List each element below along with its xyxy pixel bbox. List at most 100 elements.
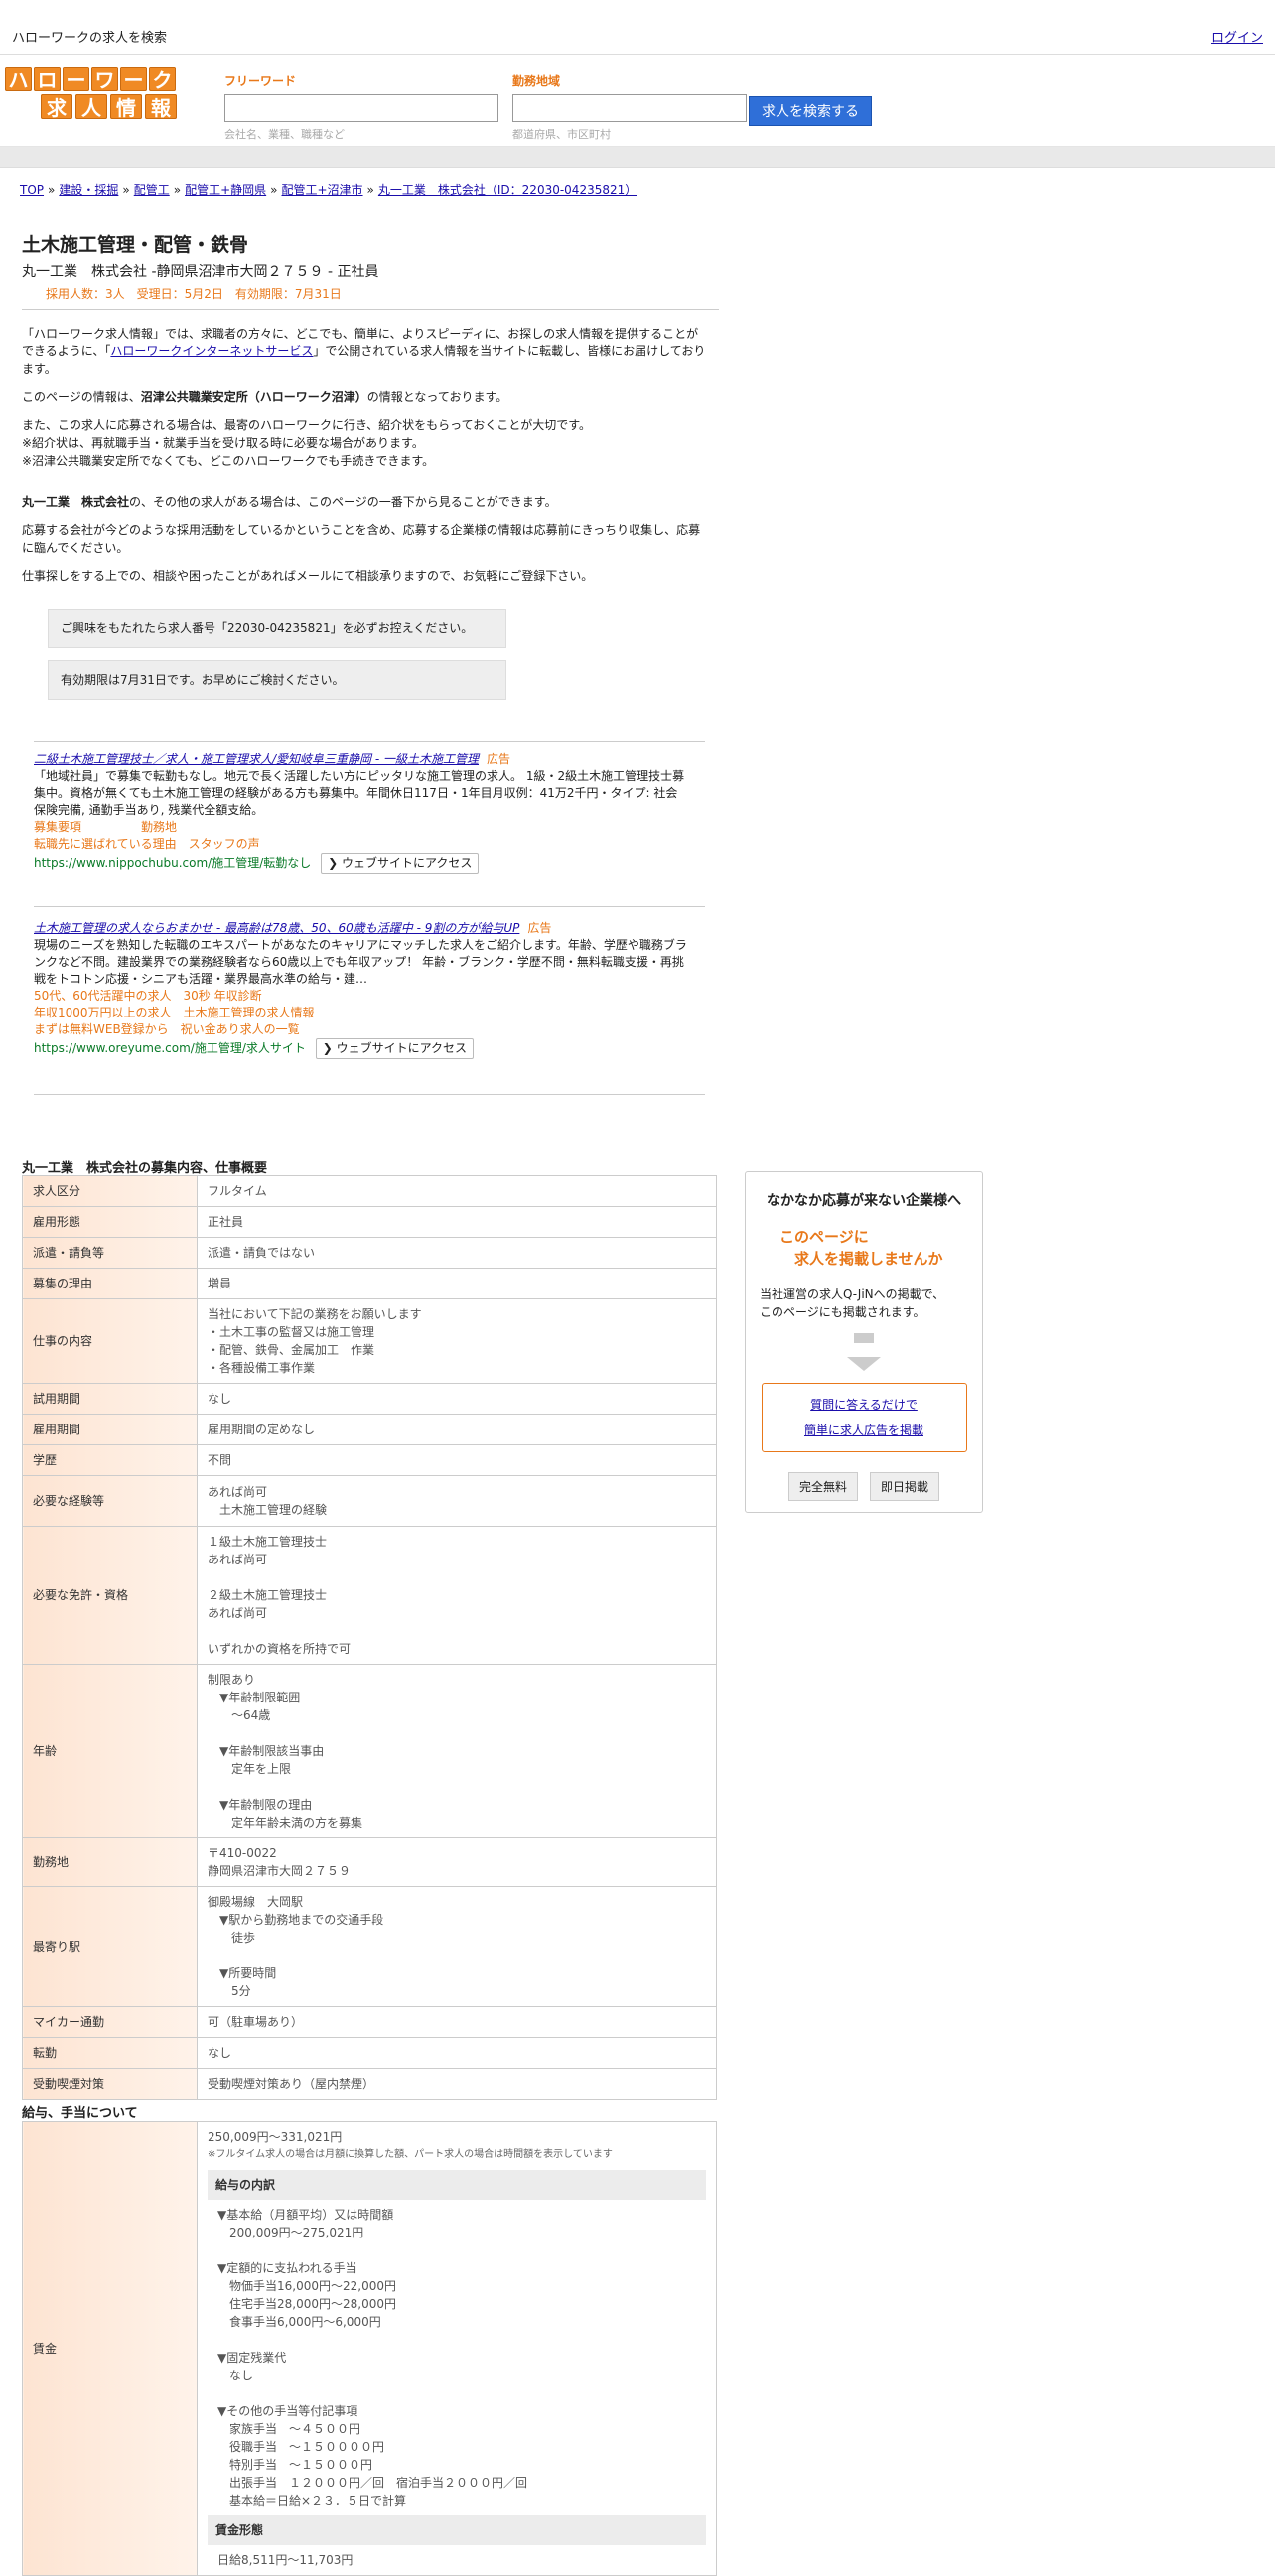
promo-description: 当社運営の求人Q-JiNへの掲載で、 このページにも掲載されます。 (760, 1288, 945, 1319)
row-value: 250,009円〜331,021円 ※フルタイム求人の場合は月額に換算した額、パ… (197, 2121, 717, 2576)
row-value: なし (197, 1383, 717, 1415)
ad-title-link[interactable]: 二級土木施工管理技士／求人・施工管理求人/愛知岐阜三重静岡 - 一級土木施工管理 (34, 752, 479, 766)
row-value-line: ▼年齢制限の理由 (208, 1798, 313, 1812)
company-line: 丸一工業 株式会社 -静岡県沼津市大岡２７５９ - 正社員 (22, 264, 379, 280)
table-row: 募集の理由 増員 (22, 1268, 717, 1299)
row-value-line: 御殿場線 大岡駅 (208, 1895, 304, 1909)
free-word-input[interactable] (224, 94, 498, 122)
visit-website-button[interactable]: ❯ ウェブサイトにアクセス (321, 853, 480, 874)
wage-line: なし (217, 2369, 254, 2382)
ad-title-link[interactable]: 土木施工管理の求人ならおまかせ - 最高齢は78歳、50、60歳も活躍中 - 9… (34, 921, 519, 935)
ad-sitelinks[interactable]: 転職先に選ばれている理由 スタッフの声 (34, 836, 689, 853)
row-value-line: 制限あり (208, 1673, 256, 1687)
row-value: 雇用期間の定めなし (197, 1414, 717, 1445)
ad-sitelinks[interactable]: 50代、60代活躍中の求人 30秒 年収診断 (34, 988, 689, 1005)
table-row: 必要な免許・資格 １級土木施工管理技士 あれば尚可 ２級土木施工管理技士 あれば尚可 … (22, 1526, 717, 1665)
table-row: 転勤 なし (22, 2037, 717, 2069)
breadcrumb-separator: » (366, 183, 374, 197)
row-value: 御殿場線 大岡駅 ▼駅から勤務地までの交通手段 徒歩 ▼所要時間 5分 (197, 1886, 717, 2007)
wage-breakdown-heading: 給与の内訳 (208, 2170, 706, 2200)
promo-link-2[interactable]: 簡単に求人広告を掲載 (804, 1424, 923, 1437)
row-value-line: 増員 (208, 1277, 232, 1290)
row-value: 増員 (197, 1268, 717, 1299)
logo-char: 人 (75, 94, 107, 120)
wage-line: 日給8,511円〜11,703円 (217, 2553, 354, 2567)
intro-paragraph-1: 「ハローワーク求人情報」では、求職者の方々に、どこでも、簡単に、よりスピーディに… (22, 327, 706, 376)
job-title: 土木施工管理・配管・鉄骨 (22, 234, 249, 256)
ad-sitelinks[interactable]: 年収1000万円以上の求人 土木施工管理の求人情報 (34, 1005, 689, 1021)
ad-url[interactable]: https://www.oreyume.com/施工管理/求人サイト (34, 1041, 306, 1055)
visit-website-button[interactable]: ❯ ウェブサイトにアクセス (315, 1038, 474, 1059)
row-value-line: あれば尚可 (208, 1485, 268, 1499)
row-value: 可（駐車場あり） (197, 2006, 717, 2038)
ad-sitelinks[interactable]: 募集要項 勤務地 (34, 819, 689, 836)
table-row: 仕事の内容 当社において下記の業務をお願いします ・土木工事の監督又は施工管理 ・配管… (22, 1298, 717, 1384)
row-value-line: ２級土木施工管理技士 (208, 1588, 328, 1602)
site-logo[interactable]: ハローワーク 求人情報 (5, 67, 179, 122)
table-row: 派遣・請負等 派遣・請負ではない (22, 1237, 717, 1269)
logo-char: ー (120, 67, 147, 92)
breadcrumb-separator: » (173, 183, 182, 197)
row-key: 受動喫煙対策 (22, 2068, 198, 2100)
breadcrumb-link[interactable]: TOP (20, 183, 44, 197)
row-value-line (208, 1778, 706, 1796)
table-row: 最寄り駅 御殿場線 大岡駅 ▼駅から勤務地までの交通手段 徒歩 ▼所要時間 5分 (22, 1886, 717, 2007)
table-row: 試用期間 なし (22, 1383, 717, 1415)
ad-divider (34, 741, 705, 742)
row-key: 求人区分 (22, 1175, 198, 1207)
section-title-wage: 給与、手当について (22, 2106, 138, 2121)
wage-line: 基本給＝日給×２３．５日で計算 (217, 2494, 407, 2508)
wage-line: ▼定額的に支払われる手当 (217, 2261, 357, 2275)
wage-line: 200,009円〜275,021円 (217, 2226, 364, 2239)
row-key: 試用期間 (22, 1383, 198, 1415)
row-value-line: 定年を上限 (208, 1762, 292, 1776)
row-value-line: ▼年齢制限範囲 (208, 1691, 301, 1704)
hellowork-service-link[interactable]: ハローワークインターネットサービス (110, 344, 313, 358)
logo-char: 求 (41, 94, 72, 120)
row-value: 〒410-0022 静岡県沼津市大岡２７５９ (197, 1837, 717, 1887)
top-bar: ハローワークの求人を検索 ログイン (0, 0, 1275, 55)
breadcrumb-link[interactable]: 丸一工業 株式会社（ID：22030-04235821） (378, 183, 637, 197)
row-value-line: 不問 (208, 1453, 232, 1467)
table-row: 勤務地 〒410-0022 静岡県沼津市大岡２７５９ (22, 1837, 717, 1887)
row-value-line: ・配管、鉄骨、金属加工 作業 (208, 1343, 375, 1357)
promo-link-1[interactable]: 質問に答えるだけで (810, 1398, 918, 1412)
row-value: なし (197, 2037, 717, 2069)
ad-sitelinks[interactable]: まずは無料WEB登録から 祝い金あり求人の一覧 (34, 1021, 689, 1038)
logo-char: ロ (34, 67, 61, 92)
row-key: 雇用形態 (22, 1206, 198, 1238)
breadcrumb-link[interactable]: 建設・採掘 (59, 183, 118, 197)
breadcrumb-link[interactable]: 配管工+静岡県 (185, 183, 266, 197)
login-link[interactable]: ログイン (1211, 27, 1263, 46)
intro-paragraph-3: また、この求人に応募される場合は、最寄のハローワークに行き、紹介状をもらっておく… (22, 418, 592, 468)
area-hint: 都道府県、市区町村 (512, 128, 611, 141)
free-word-label: フリーワード (224, 74, 297, 88)
row-value-line: 当社において下記の業務をお願いします (208, 1307, 422, 1321)
table-row: 年齢 制限あり ▼年齢制限範囲 〜64歳 ▼年齢制限該当事由 定年を上限 ▼年齢制… (22, 1664, 717, 1838)
logo-char: 報 (145, 94, 177, 120)
ad-label: 広告 (527, 921, 552, 935)
row-value-line: 受動喫煙対策あり（屋内禁煙） (208, 2077, 375, 2091)
row-value-line: ・土木工事の監督又は施工管理 (208, 1325, 375, 1339)
row-value-line: なし (208, 2046, 232, 2060)
breadcrumb-link[interactable]: 配管工+沼津市 (281, 183, 362, 197)
row-value-line: ▼所要時間 (208, 1966, 277, 1980)
free-word-hint: 会社名、業種、職種など (224, 128, 345, 141)
breadcrumb-separator: » (122, 183, 130, 197)
table-row: 雇用期間 雇用期間の定めなし (22, 1414, 717, 1445)
area-input[interactable] (512, 94, 747, 122)
section-title-job-overview: 丸一工業 株式会社の募集内容、仕事概要 (22, 1161, 268, 1176)
area-field-group: 勤務地域 都道府県、市区町村 (512, 72, 747, 142)
row-value-line: ▼年齢制限該当事由 (208, 1744, 325, 1758)
wage-line (217, 2331, 706, 2349)
ad-url[interactable]: https://www.nippochubu.com/施工管理/転勤なし (34, 856, 311, 870)
wage-type: 日給8,511円〜11,703円 (208, 2551, 706, 2569)
wage-note: ※フルタイム求人の場合は月額に換算した額、パート求人の場合は時間額を表示していま… (208, 2149, 613, 2160)
search-button[interactable]: 求人を検索する (749, 96, 872, 126)
promo-heading: なかなか応募が来ない企業様へ (767, 1193, 961, 1209)
table-row: 賃金 250,009円〜331,021円 ※フルタイム求人の場合は月額に換算した… (22, 2121, 717, 2576)
logo-char: ー (63, 67, 89, 92)
ad-block-1: 二級土木施工管理技士／求人・施工管理求人/愛知岐阜三重静岡 - 一級土木施工管理… (34, 751, 689, 874)
row-value-line: 〜64歳 (208, 1708, 271, 1722)
breadcrumb-link[interactable]: 配管工 (134, 183, 170, 197)
